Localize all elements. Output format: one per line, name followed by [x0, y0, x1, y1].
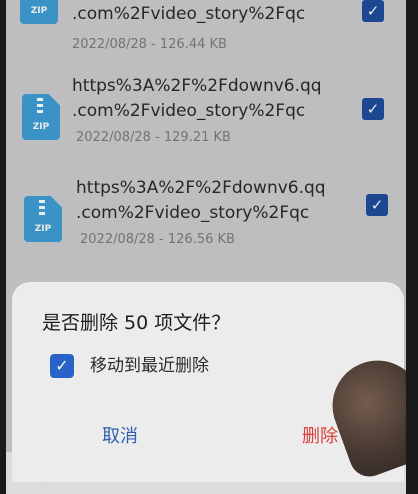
delete-button[interactable]: 删除 — [302, 422, 338, 448]
zip-file-icon: ZIP — [24, 196, 62, 242]
move-to-recently-deleted-label[interactable]: 移动到最近删除 — [90, 354, 209, 378]
file-meta: 2022/08/28 - 129.21 KB — [76, 130, 231, 145]
file-name: .com%2Fvideo_story%2Fqc — [72, 4, 306, 24]
dialog-title: 是否删除 50 项文件？ — [42, 312, 231, 334]
file-name: https%3A%2F%2Fdownv6.qq .com%2Fvideo_sto… — [72, 76, 322, 121]
zip-file-icon: ZIP — [20, 0, 58, 24]
file-meta: 2022/08/28 - 126.56 KB — [80, 232, 235, 247]
file-checkbox[interactable]: ✓ — [366, 194, 388, 216]
file-checkbox[interactable]: ✓ — [362, 98, 384, 120]
file-meta: 2022/08/28 - 126.44 KB — [72, 37, 227, 52]
file-checkbox[interactable]: ✓ — [362, 0, 384, 22]
cancel-button[interactable]: 取消 — [102, 422, 138, 448]
file-name: https%3A%2F%2Fdownv6.qq .com%2Fvideo_sto… — [76, 178, 326, 223]
screen: ZIP .com%2Fvideo_story%2Fqc 2022/08/28 -… — [6, 0, 406, 494]
move-to-recently-deleted-checkbox[interactable]: ✓ — [50, 354, 74, 378]
zip-file-icon: ZIP — [22, 94, 60, 140]
